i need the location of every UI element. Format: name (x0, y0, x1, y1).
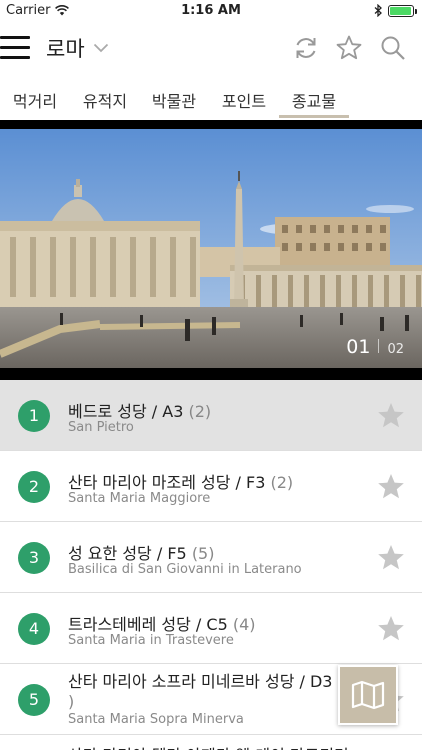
item-title: 산타 마리아 소프라 미네르바 성당 / D3) (68, 672, 333, 711)
hero-image (0, 129, 422, 368)
refresh-icon[interactable] (292, 34, 320, 62)
battery-fill (390, 6, 411, 15)
item-number-badge: 3 (18, 542, 50, 574)
item-count: (2) (270, 473, 294, 492)
chevron-down-icon (93, 43, 108, 53)
tab-museums[interactable]: 박물관 (151, 80, 197, 118)
item-title: 산타 마리아 마조레 성당 / F3 (2) (68, 473, 294, 492)
item-count: ) (68, 692, 75, 711)
hero-carousel[interactable]: 01 02 (0, 120, 422, 380)
list-item[interactable]: 1 베드로 성당 / A3 (2) San Pietro (0, 380, 422, 451)
tab-historic-sites[interactable]: 유적지 (82, 80, 128, 118)
item-title: 트라스테베레 성당 / C5 (4) (68, 615, 256, 634)
carousel-total-pages: 02 (387, 342, 404, 357)
item-number-badge: 5 (18, 684, 50, 716)
status-right (374, 4, 417, 17)
favorite-star-icon[interactable] (376, 401, 406, 431)
item-subtitle: Santa Maria in Trastevere (68, 633, 234, 648)
favorite-star-icon[interactable] (376, 472, 406, 502)
item-count: (2) (188, 402, 212, 421)
list-item[interactable]: 산타 마리아 델라 아제카 엘 데이 마르티리 (0, 735, 422, 750)
star-outline-icon[interactable] (335, 34, 363, 62)
list-item[interactable]: 4 트라스테베레 성당 / C5 (4) Santa Maria in Tras… (0, 593, 422, 664)
status-bar: Carrier 1:16 AM (0, 0, 422, 22)
favorite-star-icon[interactable] (376, 543, 406, 573)
carousel-separator (378, 339, 380, 353)
map-button[interactable] (338, 665, 398, 725)
app-header: 로마 (0, 22, 422, 74)
list-item[interactable]: 3 성 요한 성당 / F5 (5) Basilica di San Giova… (0, 522, 422, 593)
item-count: (5) (191, 544, 215, 563)
carousel-page-indicator: 01 02 (346, 336, 404, 358)
item-title: 산타 마리아 델라 아제카 엘 데이 마르티리 (68, 742, 349, 750)
list-item[interactable]: 2 산타 마리아 마조레 성당 / F3 (2) Santa Maria Mag… (0, 451, 422, 522)
tab-points[interactable]: 포인트 (221, 80, 267, 118)
city-selector[interactable]: 로마 (46, 33, 109, 63)
tab-religious[interactable]: 종교물 (279, 80, 349, 118)
item-subtitle: Basilica di San Giovanni in Laterano (68, 562, 302, 577)
item-count: (4) (232, 615, 256, 634)
item-subtitle: Santa Maria Maggiore (68, 491, 211, 506)
bluetooth-icon (374, 4, 382, 17)
hamburger-icon[interactable] (0, 36, 30, 60)
item-subtitle: San Pietro (68, 420, 134, 435)
item-number-badge: 1 (18, 400, 50, 432)
tab-food[interactable]: 먹거리 (12, 80, 58, 118)
status-time: 1:16 AM (181, 3, 241, 18)
favorite-star-icon[interactable] (376, 614, 406, 644)
city-name: 로마 (46, 37, 85, 61)
item-number-badge: 4 (18, 613, 50, 645)
battery-icon (388, 4, 417, 17)
item-title: 성 요한 성당 / F5 (5) (68, 544, 215, 563)
map-icon (351, 680, 385, 710)
item-title: 베드로 성당 / A3 (2) (68, 402, 212, 421)
item-subtitle: Santa Maria Sopra Minerva (68, 712, 244, 727)
search-icon[interactable] (379, 34, 407, 62)
category-tabs: 먹거리 유적지 박물관 포인트 종교물 (0, 80, 422, 120)
carousel-current-page: 01 (346, 336, 371, 358)
item-number-badge: 2 (18, 471, 50, 503)
